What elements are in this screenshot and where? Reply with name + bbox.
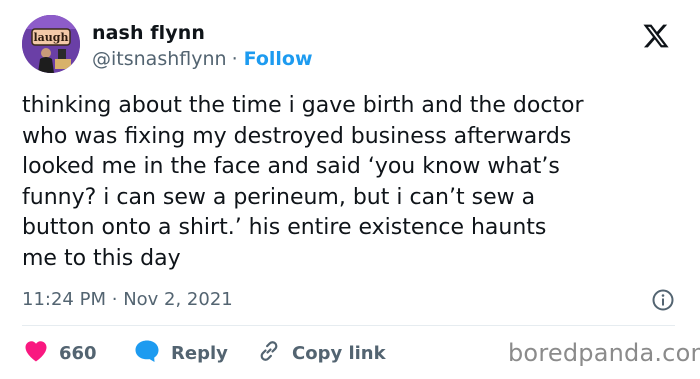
handle-separator: · <box>231 48 238 70</box>
like-count: 660 <box>59 342 97 364</box>
heart-icon <box>24 340 48 367</box>
tweet-text: thinking about the time i gave birth and… <box>22 93 584 271</box>
tweet-timestamp[interactable]: 11:24 PM · Nov 2, 2021 <box>22 289 233 310</box>
reply-button[interactable]: Reply <box>134 340 228 366</box>
x-logo-icon[interactable] <box>641 22 671 50</box>
avatar-sign-text: laugh <box>34 31 69 44</box>
display-name[interactable]: nash flynn <box>92 22 205 44</box>
avatar-image: laugh <box>22 15 80 73</box>
tweet-date: Nov 2, 2021 <box>123 289 233 310</box>
timestamp-separator: · <box>111 289 118 310</box>
divider <box>22 325 675 326</box>
follow-button[interactable]: Follow <box>244 48 313 70</box>
avatar[interactable]: laugh <box>22 15 80 73</box>
tweet-time: 11:24 PM <box>22 289 106 310</box>
link-icon <box>257 339 281 368</box>
copy-link-button[interactable]: Copy link <box>257 340 386 366</box>
copy-link-label: Copy link <box>292 342 386 364</box>
user-handle[interactable]: @itsnashflynn <box>92 48 227 70</box>
handle-row: @itsnashflynn · Follow <box>92 48 313 70</box>
info-icon[interactable] <box>651 288 675 312</box>
reply-label: Reply <box>171 342 228 364</box>
tweet-card: laugh nash flynn @itsnashflynn · Follow th… <box>0 0 700 379</box>
like-button[interactable]: 660 <box>24 340 97 366</box>
speech-bubble-icon <box>134 339 160 368</box>
watermark: boredpanda.com <box>508 339 700 367</box>
